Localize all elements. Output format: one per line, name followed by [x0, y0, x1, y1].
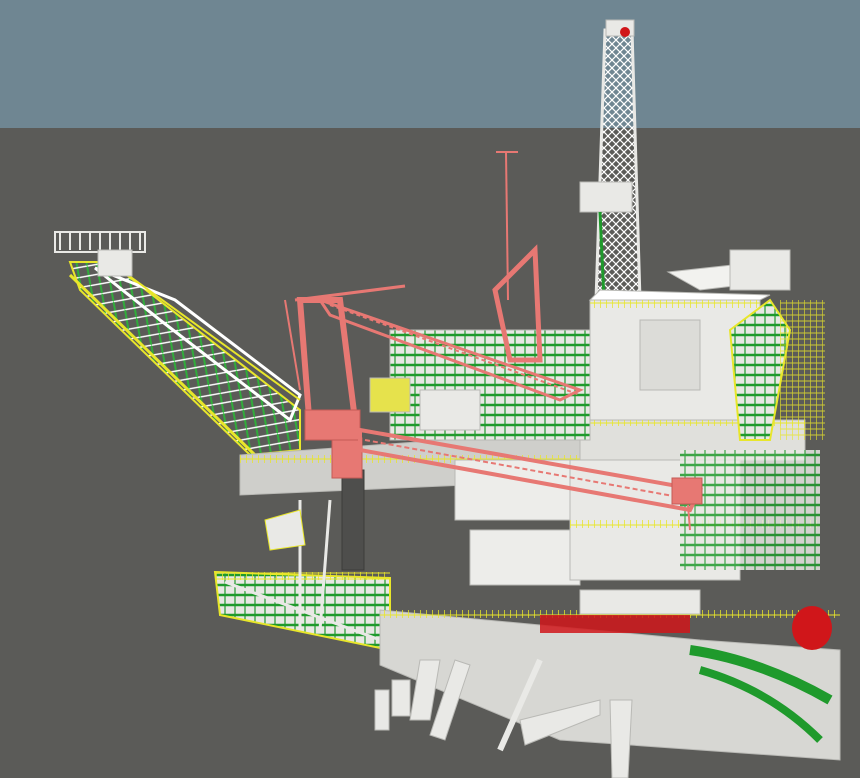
offshore-platform-model[interactable]: [0, 0, 860, 778]
3d-viewport[interactable]: [0, 0, 860, 778]
sky-background: [0, 0, 860, 128]
